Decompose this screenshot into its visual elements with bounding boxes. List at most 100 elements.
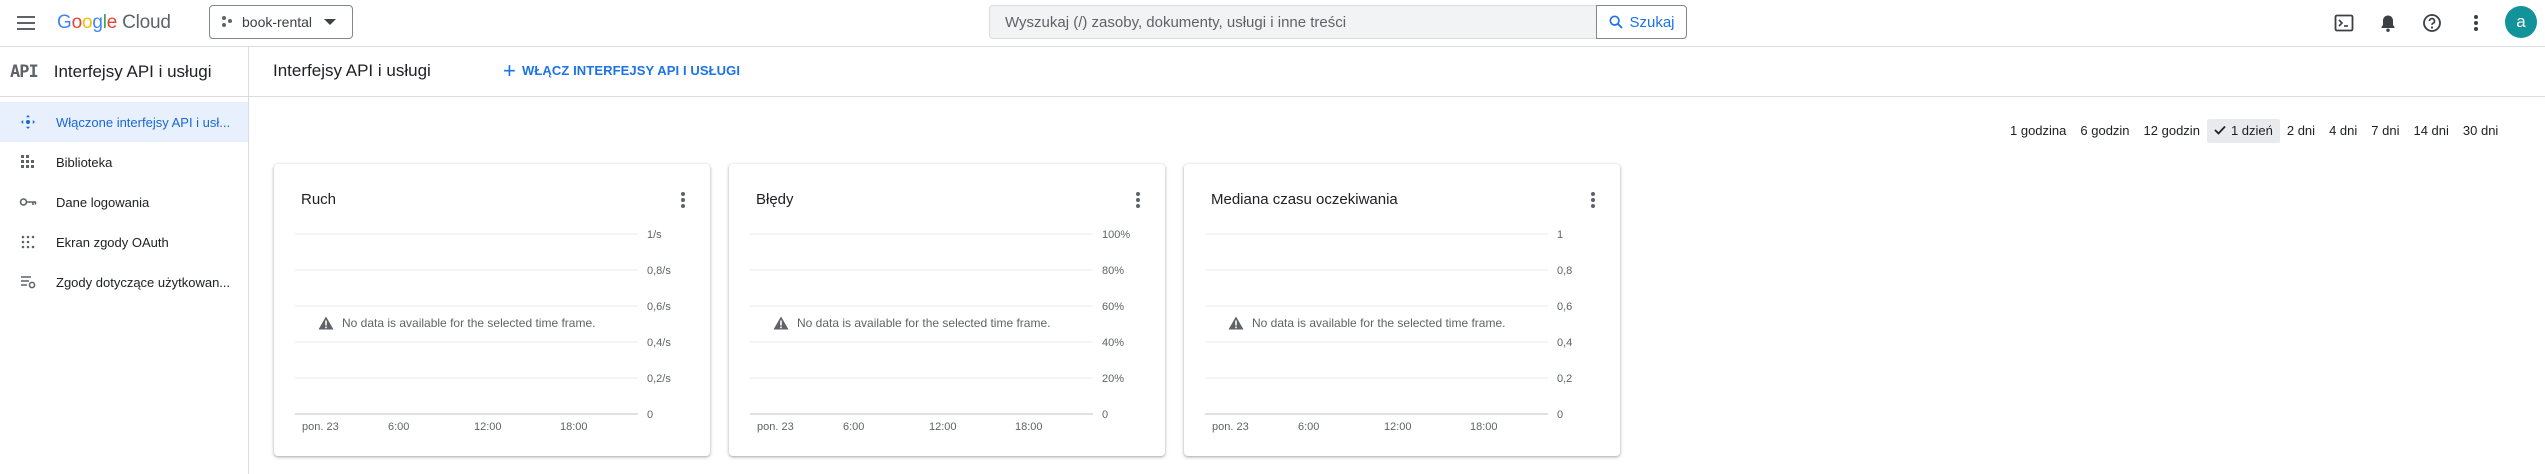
sidebar: API Interfejsy API i usługi Włączone int… <box>0 47 249 474</box>
time-range-option[interactable]: 4 dni <box>2322 119 2364 143</box>
time-range-option[interactable]: 30 dni <box>2456 119 2505 143</box>
y-tick-label: 0,4 <box>1557 337 1572 349</box>
x-tick-label: 18:00 <box>560 421 588 433</box>
main-menu-icon[interactable] <box>14 12 38 34</box>
y-tick-label: 0 <box>1102 409 1108 421</box>
chart-card-latency: Mediana czasu oczekiwania 0 0,2 0,4 0,6 0,8 1 p… <box>1184 164 1620 456</box>
search-icon <box>1609 15 1624 29</box>
y-tick-label: 20% <box>1102 373 1124 385</box>
top-bar: GoogleCloud book-rental Szukaj a <box>0 0 2545 47</box>
chart-plot: 0 0,2/s 0,4/s 0,6/s 0,8/s 1/s pon. 23 6:00 12:00… <box>295 229 671 433</box>
sidebar-header: API Interfejsy API i usługi <box>0 47 248 97</box>
y-tick-label: 100% <box>1102 229 1130 241</box>
no-data-message: No data is available for the selected ti… <box>1228 316 1505 330</box>
warning-icon <box>1228 316 1244 330</box>
sidebar-item-label: Zgody dotyczące użytkowan... <box>56 274 231 290</box>
x-tick-label: pon. 23 <box>302 421 339 433</box>
time-range-option[interactable]: 1 dzień <box>2206 119 2280 143</box>
enable-apis-label: WŁĄCZ INTERFEJSY API I USŁUGI <box>521 63 741 78</box>
time-range-option[interactable]: 2 dni <box>2280 119 2322 143</box>
page-title: Interfejsy API i usługi <box>273 61 431 80</box>
google-cloud-logo[interactable]: Google Cloud <box>57 12 171 34</box>
time-range-label: 1 godzina <box>2010 123 2067 138</box>
no-data-message: No data is available for the selected ti… <box>773 316 1050 330</box>
no-data-text: No data is available for the selected ti… <box>797 316 1051 330</box>
search-button[interactable]: Szukaj <box>1596 5 1687 39</box>
time-range-label: 1 dzień <box>2230 123 2273 138</box>
sidebar-item-enabled-apis[interactable]: Włączone interfejsy API i usł... <box>0 102 248 142</box>
time-range-label: 4 dni <box>2329 123 2358 138</box>
time-range-option[interactable]: 12 godzin <box>2137 119 2207 143</box>
time-range-selector: 1 godzina 6 godzin 12 godzin 1 dzień 2 dni 4 … <box>2003 119 2505 143</box>
no-data-text: No data is available for the selected ti… <box>1252 316 1506 330</box>
y-tick-label: 80% <box>1102 265 1124 277</box>
search-input[interactable] <box>989 5 1597 39</box>
x-tick-label: 12:00 <box>474 421 502 433</box>
add-icon: + <box>503 57 516 83</box>
notifications-icon[interactable] <box>2376 11 2400 35</box>
y-tick-label: 40% <box>1102 337 1124 349</box>
project-name: book-rental <box>242 14 313 30</box>
chevron-down-icon <box>324 19 337 25</box>
x-tick-label: 6:00 <box>843 421 864 433</box>
more-vert-icon[interactable] <box>2464 11 2488 35</box>
time-range-option[interactable]: 14 dni <box>2406 119 2455 143</box>
y-tick-label: 60% <box>1102 301 1124 313</box>
enable-apis-button[interactable]: + WŁĄCZ INTERFEJSY API I USŁUGI <box>503 57 741 83</box>
warning-icon <box>773 316 789 330</box>
time-range-label: 12 godzin <box>2143 123 2200 138</box>
check-icon <box>2214 123 2231 138</box>
time-range-label: 7 dni <box>2371 123 2400 138</box>
y-tick-label: 1 <box>1557 229 1563 241</box>
project-selector[interactable]: book-rental <box>209 5 353 39</box>
sidebar-item-credentials[interactable]: Dane logowania <box>0 182 248 222</box>
x-tick-label: 12:00 <box>1384 421 1412 433</box>
sidebar-item-label: Ekran zgody OAuth <box>56 234 169 250</box>
logo-cloud-text: Cloud <box>122 12 171 33</box>
sidebar-item-consents[interactable]: Zgody dotyczące użytkowan... <box>0 262 248 302</box>
search-button-label: Szukaj <box>1629 13 1675 31</box>
chart-plot: 0 20% 40% 60% 80% 100% pon. 23 6:00 12:00 18:00 <box>750 229 1130 433</box>
help-icon[interactable] <box>2420 11 2444 35</box>
time-range-label: 2 dni <box>2286 123 2316 138</box>
time-range-label: 6 godzin <box>2080 123 2130 138</box>
avatar[interactable]: a <box>2505 6 2537 38</box>
time-range-option[interactable]: 6 godzin <box>2073 119 2136 143</box>
y-tick-label: 0,6 <box>1557 301 1572 313</box>
x-tick-label: 12:00 <box>929 421 957 433</box>
y-tick-label: 0 <box>647 409 653 421</box>
warning-icon <box>318 316 334 330</box>
consent-icon <box>0 275 56 289</box>
key-icon <box>0 197 56 207</box>
y-tick-label: 0 <box>1557 409 1563 421</box>
library-icon <box>0 155 56 169</box>
api-badge-icon: API <box>10 61 39 82</box>
page-header: Interfejsy API i usługi + WŁĄCZ INTERFEJ… <box>249 47 2545 97</box>
sidebar-item-label: Biblioteka <box>56 154 113 170</box>
y-tick-label: 0,8 <box>1557 265 1572 277</box>
x-tick-label: 6:00 <box>1298 421 1319 433</box>
y-tick-label: 0,8/s <box>647 265 671 277</box>
x-tick-label: 18:00 <box>1015 421 1043 433</box>
time-range-option[interactable]: 1 godzina <box>2003 119 2073 143</box>
sidebar-item-oauth[interactable]: Ekran zgody OAuth <box>0 222 248 262</box>
time-range-label: 30 dni <box>2462 123 2499 138</box>
logo-google-text: Google <box>57 12 118 33</box>
time-range-label: 14 dni <box>2413 123 2449 138</box>
sidebar-title: Interfejsy API i usługi <box>53 61 212 81</box>
time-range-option[interactable]: 7 dni <box>2364 119 2406 143</box>
oauth-icon <box>0 235 56 249</box>
y-tick-label: 0,4/s <box>647 337 671 349</box>
sidebar-item-library[interactable]: Biblioteka <box>0 142 248 182</box>
x-tick-label: 18:00 <box>1470 421 1498 433</box>
sidebar-item-label: Włączone interfejsy API i usł... <box>56 114 231 130</box>
project-icon <box>222 16 234 28</box>
y-tick-label: 0,2/s <box>647 373 671 385</box>
chart-plot: 0 0,2 0,4 0,6 0,8 1 pon. 23 6:00 12:00 18:00 <box>1205 229 1572 433</box>
cloud-shell-icon[interactable] <box>2332 11 2356 35</box>
x-tick-label: 6:00 <box>388 421 409 433</box>
x-tick-label: pon. 23 <box>1212 421 1249 433</box>
enabled-apis-icon <box>0 114 56 130</box>
y-tick-label: 0,2 <box>1557 373 1572 385</box>
no-data-message: No data is available for the selected ti… <box>318 316 595 330</box>
